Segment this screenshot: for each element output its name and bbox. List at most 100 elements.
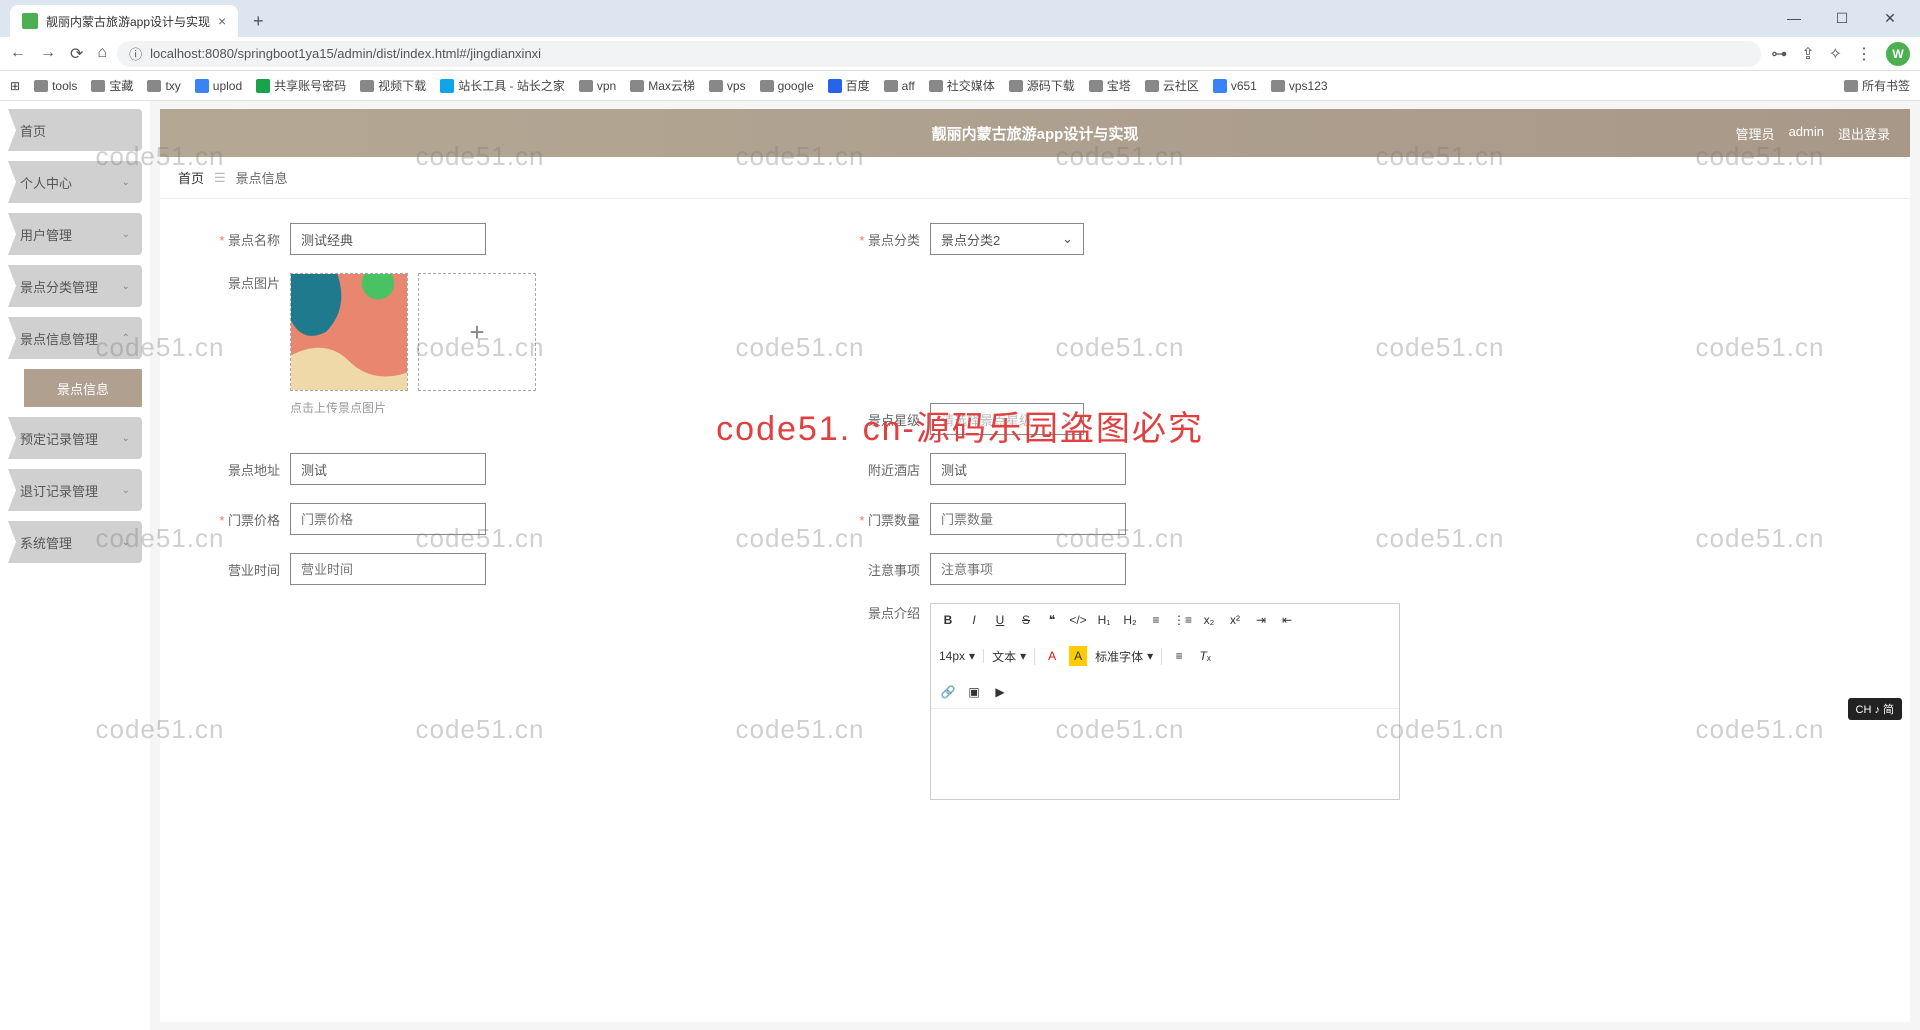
- user-role: 管理员: [1736, 124, 1775, 143]
- subscript-icon[interactable]: x₂: [1200, 610, 1218, 630]
- sidebar-item-category[interactable]: 景点分类管理⌄: [8, 265, 142, 307]
- sidebar: 首页 个人中心⌄ 用户管理⌄ 景点分类管理⌄ 景点信息管理⌃ 景点信息 预定记录…: [0, 101, 150, 1030]
- input-hotel[interactable]: [930, 453, 1126, 485]
- bookmark-item[interactable]: tools: [34, 79, 77, 93]
- sidebar-item-booking[interactable]: 预定记录管理⌄: [8, 417, 142, 459]
- list-ordered-icon[interactable]: ≡: [1147, 610, 1165, 630]
- bookmark-item[interactable]: uplod: [195, 79, 242, 93]
- input-address[interactable]: [290, 453, 486, 485]
- bold-icon[interactable]: B: [939, 610, 957, 630]
- upload-add-button[interactable]: +: [418, 273, 536, 391]
- breadcrumb-home[interactable]: 首页: [178, 168, 204, 187]
- key-icon[interactable]: ⊶: [1771, 44, 1787, 64]
- bookmark-all[interactable]: 所有书签: [1844, 77, 1910, 94]
- strike-icon[interactable]: S: [1017, 610, 1035, 630]
- share-icon[interactable]: ⇪: [1801, 44, 1814, 64]
- bookmark-item[interactable]: v651: [1213, 79, 1257, 93]
- input-hours[interactable]: [290, 553, 486, 585]
- video-icon[interactable]: ▶: [991, 682, 1009, 702]
- bookmark-item[interactable]: vps: [709, 79, 746, 93]
- bg-color-icon[interactable]: A: [1069, 646, 1087, 666]
- outdent-icon[interactable]: ⇤: [1278, 610, 1296, 630]
- input-name[interactable]: [290, 223, 486, 255]
- image-preview[interactable]: ✓: [290, 273, 408, 391]
- editor-content[interactable]: [931, 709, 1399, 799]
- bookmark-item[interactable]: 源码下载: [1009, 77, 1075, 94]
- quote-icon[interactable]: ❝: [1043, 610, 1061, 630]
- bookmark-item[interactable]: 云社区: [1145, 77, 1199, 94]
- bookmark-item[interactable]: 百度: [828, 77, 870, 94]
- back-icon[interactable]: ←: [10, 44, 26, 64]
- forward-icon[interactable]: →: [40, 44, 56, 64]
- align-icon[interactable]: ≡: [1170, 646, 1188, 666]
- select-star[interactable]: 请选择景点星级 ⌄: [930, 403, 1084, 435]
- menu-icon[interactable]: ⋮: [1856, 44, 1872, 64]
- plus-icon: +: [469, 317, 484, 348]
- sidebar-item-cancel[interactable]: 退订记录管理⌄: [8, 469, 142, 511]
- sidebar-item-home[interactable]: 首页: [8, 109, 142, 151]
- image-icon[interactable]: ▣: [965, 682, 983, 702]
- block-select[interactable]: 文本 ▾: [992, 648, 1035, 665]
- superscript-icon[interactable]: x²: [1226, 610, 1244, 630]
- site-info-icon[interactable]: ⓘ: [129, 44, 142, 63]
- browser-tabs-bar: 靓丽内蒙古旅游app设计与实现 × + — ☐ ✕: [0, 0, 1920, 37]
- label-price: 门票价格: [200, 510, 280, 529]
- main-content: 靓丽内蒙古旅游app设计与实现 管理员 admin 退出登录 首页 ☰ 景点信息…: [160, 109, 1910, 1022]
- upload-hint: 点击上传景点图片: [290, 399, 536, 416]
- bookmark-item[interactable]: google: [760, 79, 814, 93]
- input-notice[interactable]: [930, 553, 1126, 585]
- input-qty[interactable]: [930, 503, 1126, 535]
- list-bullet-icon[interactable]: ⋮≡: [1173, 610, 1192, 630]
- clear-format-icon[interactable]: Tₓ: [1196, 646, 1214, 666]
- tab-close-icon[interactable]: ×: [218, 13, 226, 29]
- underline-icon[interactable]: U: [991, 610, 1009, 630]
- new-tab-button[interactable]: +: [244, 7, 272, 35]
- profile-avatar[interactable]: W: [1886, 42, 1910, 66]
- url-input[interactable]: ⓘ localhost:8080/springboot1ya15/admin/d…: [117, 41, 1761, 67]
- chevron-down-icon: ⌄: [122, 177, 130, 188]
- bookmark-item[interactable]: 宝塔: [1089, 77, 1131, 94]
- h2-icon[interactable]: H₂: [1121, 610, 1139, 630]
- h1-icon[interactable]: H₁: [1095, 610, 1113, 630]
- extensions-icon[interactable]: ✧: [1829, 44, 1842, 64]
- sidebar-item-spot-info[interactable]: 景点信息管理⌃: [8, 317, 142, 359]
- close-icon[interactable]: ✕: [1868, 3, 1912, 33]
- chevron-down-icon: ⌄: [122, 433, 130, 444]
- maximize-icon[interactable]: ☐: [1820, 3, 1864, 33]
- sidebar-sub-spot-info[interactable]: 景点信息: [24, 369, 142, 407]
- indent-icon[interactable]: ⇥: [1252, 610, 1270, 630]
- font-family-select[interactable]: 标准字体 ▾: [1095, 648, 1162, 665]
- label-image: 景点图片: [200, 273, 280, 292]
- logout-link[interactable]: 退出登录: [1838, 124, 1890, 143]
- bookmark-item[interactable]: 站长工具 - 站长之家: [440, 77, 565, 94]
- italic-icon[interactable]: I: [965, 610, 983, 630]
- bookmark-item[interactable]: vpn: [579, 79, 616, 93]
- sidebar-item-profile[interactable]: 个人中心⌄: [8, 161, 142, 203]
- label-hours: 营业时间: [200, 560, 280, 579]
- bookmark-item[interactable]: Max云梯: [630, 77, 695, 94]
- font-size-select[interactable]: 14px ▾: [939, 649, 984, 663]
- sidebar-item-system[interactable]: 系统管理⌄: [8, 521, 142, 563]
- bookmark-item[interactable]: aff: [884, 79, 915, 93]
- chevron-icon: ▾: [969, 649, 975, 663]
- reload-icon[interactable]: ⟳: [70, 44, 83, 64]
- apps-icon[interactable]: ⊞: [10, 79, 20, 93]
- sidebar-item-users[interactable]: 用户管理⌄: [8, 213, 142, 255]
- bookmark-item[interactable]: txy: [147, 79, 180, 93]
- link-icon[interactable]: 🔗: [939, 682, 957, 702]
- bookmark-item[interactable]: 视频下载: [360, 77, 426, 94]
- home-icon[interactable]: ⌂: [97, 44, 107, 64]
- text-color-icon[interactable]: A: [1043, 646, 1061, 666]
- bookmark-item[interactable]: 社交媒体: [929, 77, 995, 94]
- browser-tab[interactable]: 靓丽内蒙古旅游app设计与实现 ×: [10, 5, 238, 37]
- select-category[interactable]: 景点分类2 ⌄: [930, 223, 1084, 255]
- chevron-down-icon: ⌄: [1062, 231, 1073, 247]
- input-price[interactable]: [290, 503, 486, 535]
- ime-badge: CH ♪ 简: [1848, 698, 1903, 720]
- minimize-icon[interactable]: —: [1772, 3, 1816, 33]
- bookmark-item[interactable]: vps123: [1271, 79, 1328, 93]
- label-hotel: 附近酒店: [840, 460, 920, 479]
- bookmark-item[interactable]: 共享账号密码: [256, 77, 346, 94]
- bookmark-item[interactable]: 宝藏: [91, 77, 133, 94]
- code-icon[interactable]: </>: [1069, 610, 1087, 630]
